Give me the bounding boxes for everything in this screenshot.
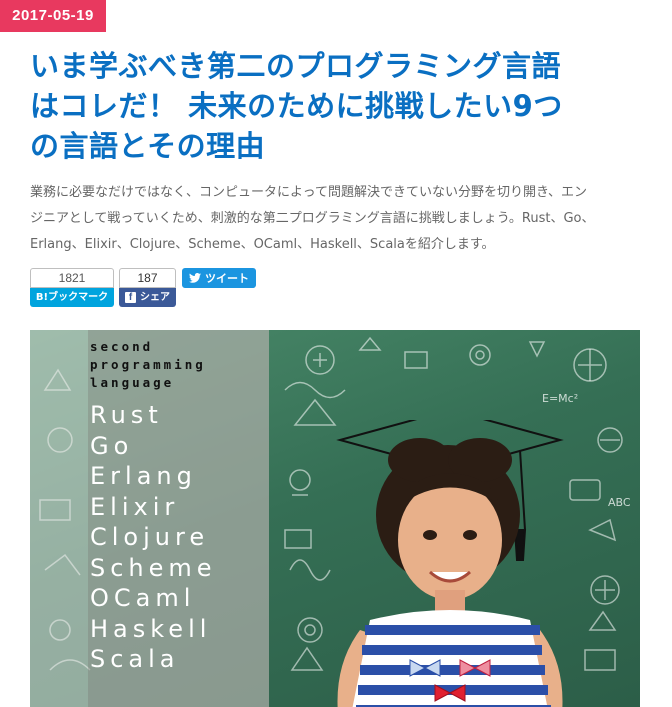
title-line-2[interactable]: はコレだ！ 未来のために挑戦したい9つ — [30, 86, 650, 126]
hero-image: E=Mc² ABC second programming language Ru… — [30, 330, 640, 707]
doodle-emc2: E=Mc² — [542, 392, 578, 405]
date-badge: 2017-05-19 — [0, 0, 106, 32]
facebook-icon: f — [125, 292, 136, 303]
language-item: Erlang — [90, 462, 197, 490]
twitter-bird-icon — [189, 273, 201, 283]
hero-subtitle-line: programming — [90, 357, 206, 372]
tweet-label: ツイート — [205, 272, 249, 285]
article-title[interactable]: いま学ぶべき第二のプログラミング言語 はコレだ！ 未来のために挑戦したい9つ の… — [30, 46, 650, 166]
language-item: Rust — [90, 401, 163, 429]
facebook-label: シェア — [140, 292, 170, 303]
hero-subtitle: second programming language — [90, 338, 206, 392]
language-item: Scala — [90, 645, 180, 673]
language-list: Rust Go Erlang Elixir Clojure Scheme OCa… — [90, 400, 217, 675]
language-item: OCaml — [90, 584, 196, 612]
hatena-count[interactable]: 1821 — [30, 268, 114, 288]
lead-line-2: ジニアとして戦っていくため、刺激的な第二プログラミング言語に挑戦しましょう。Ru… — [30, 211, 595, 226]
tweet-button[interactable]: ツイート — [182, 268, 256, 288]
lead-line-1: 業務に必要なだけではなく、コンピュータによって問題解決できていない分野を切り開き… — [30, 185, 588, 200]
language-item: Clojure — [90, 523, 210, 551]
hero-subtitle-line: second — [90, 339, 154, 354]
title-line-3[interactable]: の言語とその理由 — [30, 126, 650, 166]
hatena-label[interactable]: B!ブックマーク — [30, 288, 114, 307]
girl-illustration — [336, 420, 564, 707]
facebook-share[interactable]: f シェア — [119, 288, 176, 307]
hero-subtitle-line: language — [90, 375, 175, 390]
facebook-count[interactable]: 187 — [119, 268, 176, 288]
lead-line-3: Erlang、Elixir、Clojure、Scheme、OCaml、Haske… — [30, 237, 495, 252]
language-item: Scheme — [90, 553, 217, 582]
facebook-share-button[interactable]: 187 f シェア — [119, 268, 176, 308]
doodle-abc: ABC — [608, 496, 631, 509]
language-item: Go — [90, 431, 134, 460]
article-lead: 業務に必要なだけではなく、コンピュータによって問題解決できていない分野を切り開き… — [30, 180, 645, 258]
hatena-bookmark-button[interactable]: 1821 B!ブックマーク — [30, 268, 114, 308]
language-item: Elixir — [90, 492, 180, 521]
title-line-1[interactable]: いま学ぶべき第二のプログラミング言語 — [30, 46, 650, 86]
language-item: Haskell — [90, 614, 212, 643]
